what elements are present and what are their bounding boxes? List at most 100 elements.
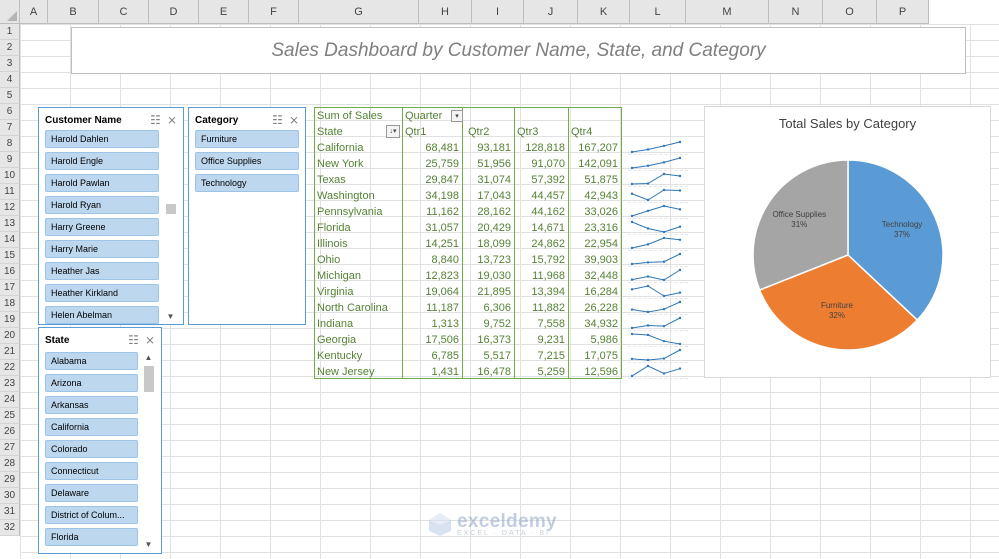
pivot-value-qtr2[interactable]: 19,030 xyxy=(477,268,514,284)
slicer-state-scrollbar[interactable]: ▲ ▼ xyxy=(143,352,154,550)
column-header-f[interactable]: F xyxy=(249,0,299,24)
pivot-value-qtr3[interactable]: 7,215 xyxy=(537,348,568,364)
pivot-value-qtr1[interactable]: 68,481 xyxy=(425,140,462,156)
pivot-value-qtr4[interactable]: 22,954 xyxy=(584,236,621,252)
clear-filter-icon[interactable]: ⨯ xyxy=(167,113,177,127)
slicer-item-customer[interactable]: Harold Engle xyxy=(45,152,159,170)
slicer-item-customer[interactable]: Harold Pawlan xyxy=(45,174,159,192)
pivot-row-state[interactable]: Washington xyxy=(317,188,375,204)
pivot-row-state[interactable]: California xyxy=(317,140,363,156)
column-header-j[interactable]: J xyxy=(524,0,578,24)
row-header[interactable]: 7 xyxy=(0,120,20,136)
pivot-value-qtr1[interactable]: 11,162 xyxy=(426,204,462,220)
pivot-value-qtr4[interactable]: 33,026 xyxy=(584,204,621,220)
pivot-value-qtr3[interactable]: 11,968 xyxy=(532,268,568,284)
pivot-value-qtr3[interactable]: 44,457 xyxy=(531,188,568,204)
column-header-b[interactable]: B xyxy=(48,0,99,24)
slicer-item-state[interactable]: Colorado xyxy=(45,440,138,458)
pivot-row-state[interactable]: Pennsylvania xyxy=(317,204,382,220)
row-header[interactable]: 30 xyxy=(0,488,20,504)
chevron-down-icon[interactable]: ▼ xyxy=(165,311,176,322)
pivot-value-qtr4[interactable]: 5,986 xyxy=(590,332,621,348)
pivot-row-state[interactable]: North Carolina xyxy=(317,300,388,316)
slicer-item-state[interactable]: Delaware xyxy=(45,484,138,502)
pivot-value-qtr1[interactable]: 11,187 xyxy=(426,300,462,316)
row-header[interactable]: 16 xyxy=(0,264,20,280)
pivot-value-qtr2[interactable]: 9,752 xyxy=(483,316,514,332)
chevron-up-icon[interactable]: ▲ xyxy=(143,352,154,363)
column-header-l[interactable]: L xyxy=(630,0,686,24)
pivot-row-state[interactable]: Virginia xyxy=(317,284,354,300)
row-header[interactable]: 21 xyxy=(0,344,20,360)
pivot-row-state[interactable]: Texas xyxy=(317,172,346,188)
quarter-filter-dropdown[interactable]: ▾ xyxy=(451,110,463,122)
pivot-row-state[interactable]: Michigan xyxy=(317,268,361,284)
slicer-customer-scrollbar[interactable]: ▼ xyxy=(165,132,176,322)
pivot-value-qtr2[interactable]: 28,162 xyxy=(477,204,514,220)
pivot-value-qtr2[interactable]: 93,181 xyxy=(477,140,514,156)
row-header[interactable]: 18 xyxy=(0,296,20,312)
column-header-g[interactable]: G xyxy=(299,0,419,24)
pivot-row-state[interactable]: Kentucky xyxy=(317,348,362,364)
slicer-item-customer[interactable]: Heather Kirkland xyxy=(45,284,159,302)
slicer-item-category[interactable]: Office Supplies xyxy=(195,152,299,170)
slicer-item-state[interactable]: District of Colum... xyxy=(45,506,138,524)
pivot-value-qtr2[interactable]: 17,043 xyxy=(477,188,514,204)
pivot-row-state[interactable]: Florida xyxy=(317,220,351,236)
pivot-value-qtr1[interactable]: 29,847 xyxy=(425,172,462,188)
pivot-value-qtr4[interactable]: 16,284 xyxy=(584,284,621,300)
slicer-item-state[interactable]: Alabama xyxy=(45,352,138,370)
pivot-value-qtr2[interactable]: 13,723 xyxy=(477,252,514,268)
column-header-n[interactable]: N xyxy=(769,0,823,24)
row-header[interactable]: 1 xyxy=(0,24,20,40)
multi-select-icon[interactable]: ☷ xyxy=(150,113,161,127)
row-header[interactable]: 31 xyxy=(0,504,20,520)
slicer-item-customer[interactable]: Harry Marie xyxy=(45,240,159,258)
row-header[interactable]: 20 xyxy=(0,328,20,344)
column-header-m[interactable]: M xyxy=(686,0,769,24)
slicer-item-category[interactable]: Technology xyxy=(195,174,299,192)
pie-chart[interactable]: Total Sales by Category Technology 37% Fur… xyxy=(704,106,991,378)
pivot-value-qtr1[interactable]: 25,759 xyxy=(425,156,462,172)
row-header[interactable]: 6 xyxy=(0,104,20,120)
pivot-value-qtr1[interactable]: 34,198 xyxy=(425,188,462,204)
column-header-a[interactable]: A xyxy=(20,0,48,24)
row-header[interactable]: 15 xyxy=(0,248,20,264)
column-header-o[interactable]: O xyxy=(823,0,877,24)
row-header[interactable]: 17 xyxy=(0,280,20,296)
row-header[interactable]: 29 xyxy=(0,472,20,488)
slicer-item-state[interactable]: Arkansas xyxy=(45,396,138,414)
pivot-value-qtr4[interactable]: 23,316 xyxy=(584,220,621,236)
multi-select-icon[interactable]: ☷ xyxy=(272,113,283,127)
slicer-item-customer[interactable]: Harold Dahlen xyxy=(45,130,159,148)
slicer-item-customer[interactable]: Harold Ryan xyxy=(45,196,159,214)
pivot-value-qtr1[interactable]: 8,840 xyxy=(431,252,462,268)
pivot-value-qtr4[interactable]: 42,943 xyxy=(584,188,621,204)
pivot-value-qtr3[interactable]: 91,070 xyxy=(531,156,568,172)
scroll-thumb[interactable] xyxy=(166,204,176,214)
slicer-item-state[interactable]: Connecticut xyxy=(45,462,138,480)
row-header[interactable]: 3 xyxy=(0,56,20,72)
pivot-value-qtr4[interactable]: 51,875 xyxy=(584,172,621,188)
select-all-corner[interactable] xyxy=(0,0,20,24)
slicer-item-state[interactable]: Florida xyxy=(45,528,138,546)
pivot-value-qtr1[interactable]: 14,251 xyxy=(425,236,462,252)
slicer-item-state[interactable]: California xyxy=(45,418,138,436)
column-header-c[interactable]: C xyxy=(99,0,149,24)
row-header[interactable]: 12 xyxy=(0,200,20,216)
pivot-value-qtr1[interactable]: 12,823 xyxy=(425,268,462,284)
row-header[interactable]: 28 xyxy=(0,456,20,472)
row-header[interactable]: 2 xyxy=(0,40,20,56)
pivot-value-qtr3[interactable]: 57,392 xyxy=(531,172,568,188)
chevron-down-icon[interactable]: ▼ xyxy=(143,539,154,550)
slicer-item-customer[interactable]: Heather Jas xyxy=(45,262,159,280)
pivot-value-qtr2[interactable]: 16,373 xyxy=(477,332,514,348)
pivot-value-qtr1[interactable]: 31,057 xyxy=(425,220,462,236)
row-header[interactable]: 4 xyxy=(0,72,20,88)
pivot-value-qtr2[interactable]: 18,099 xyxy=(477,236,514,252)
slicer-item-category[interactable]: Furniture xyxy=(195,130,299,148)
row-header[interactable]: 5 xyxy=(0,88,20,104)
pivot-value-qtr3[interactable]: 15,792 xyxy=(531,252,568,268)
pivot-value-qtr4[interactable]: 142,091 xyxy=(578,156,621,172)
scroll-thumb[interactable] xyxy=(144,366,154,392)
